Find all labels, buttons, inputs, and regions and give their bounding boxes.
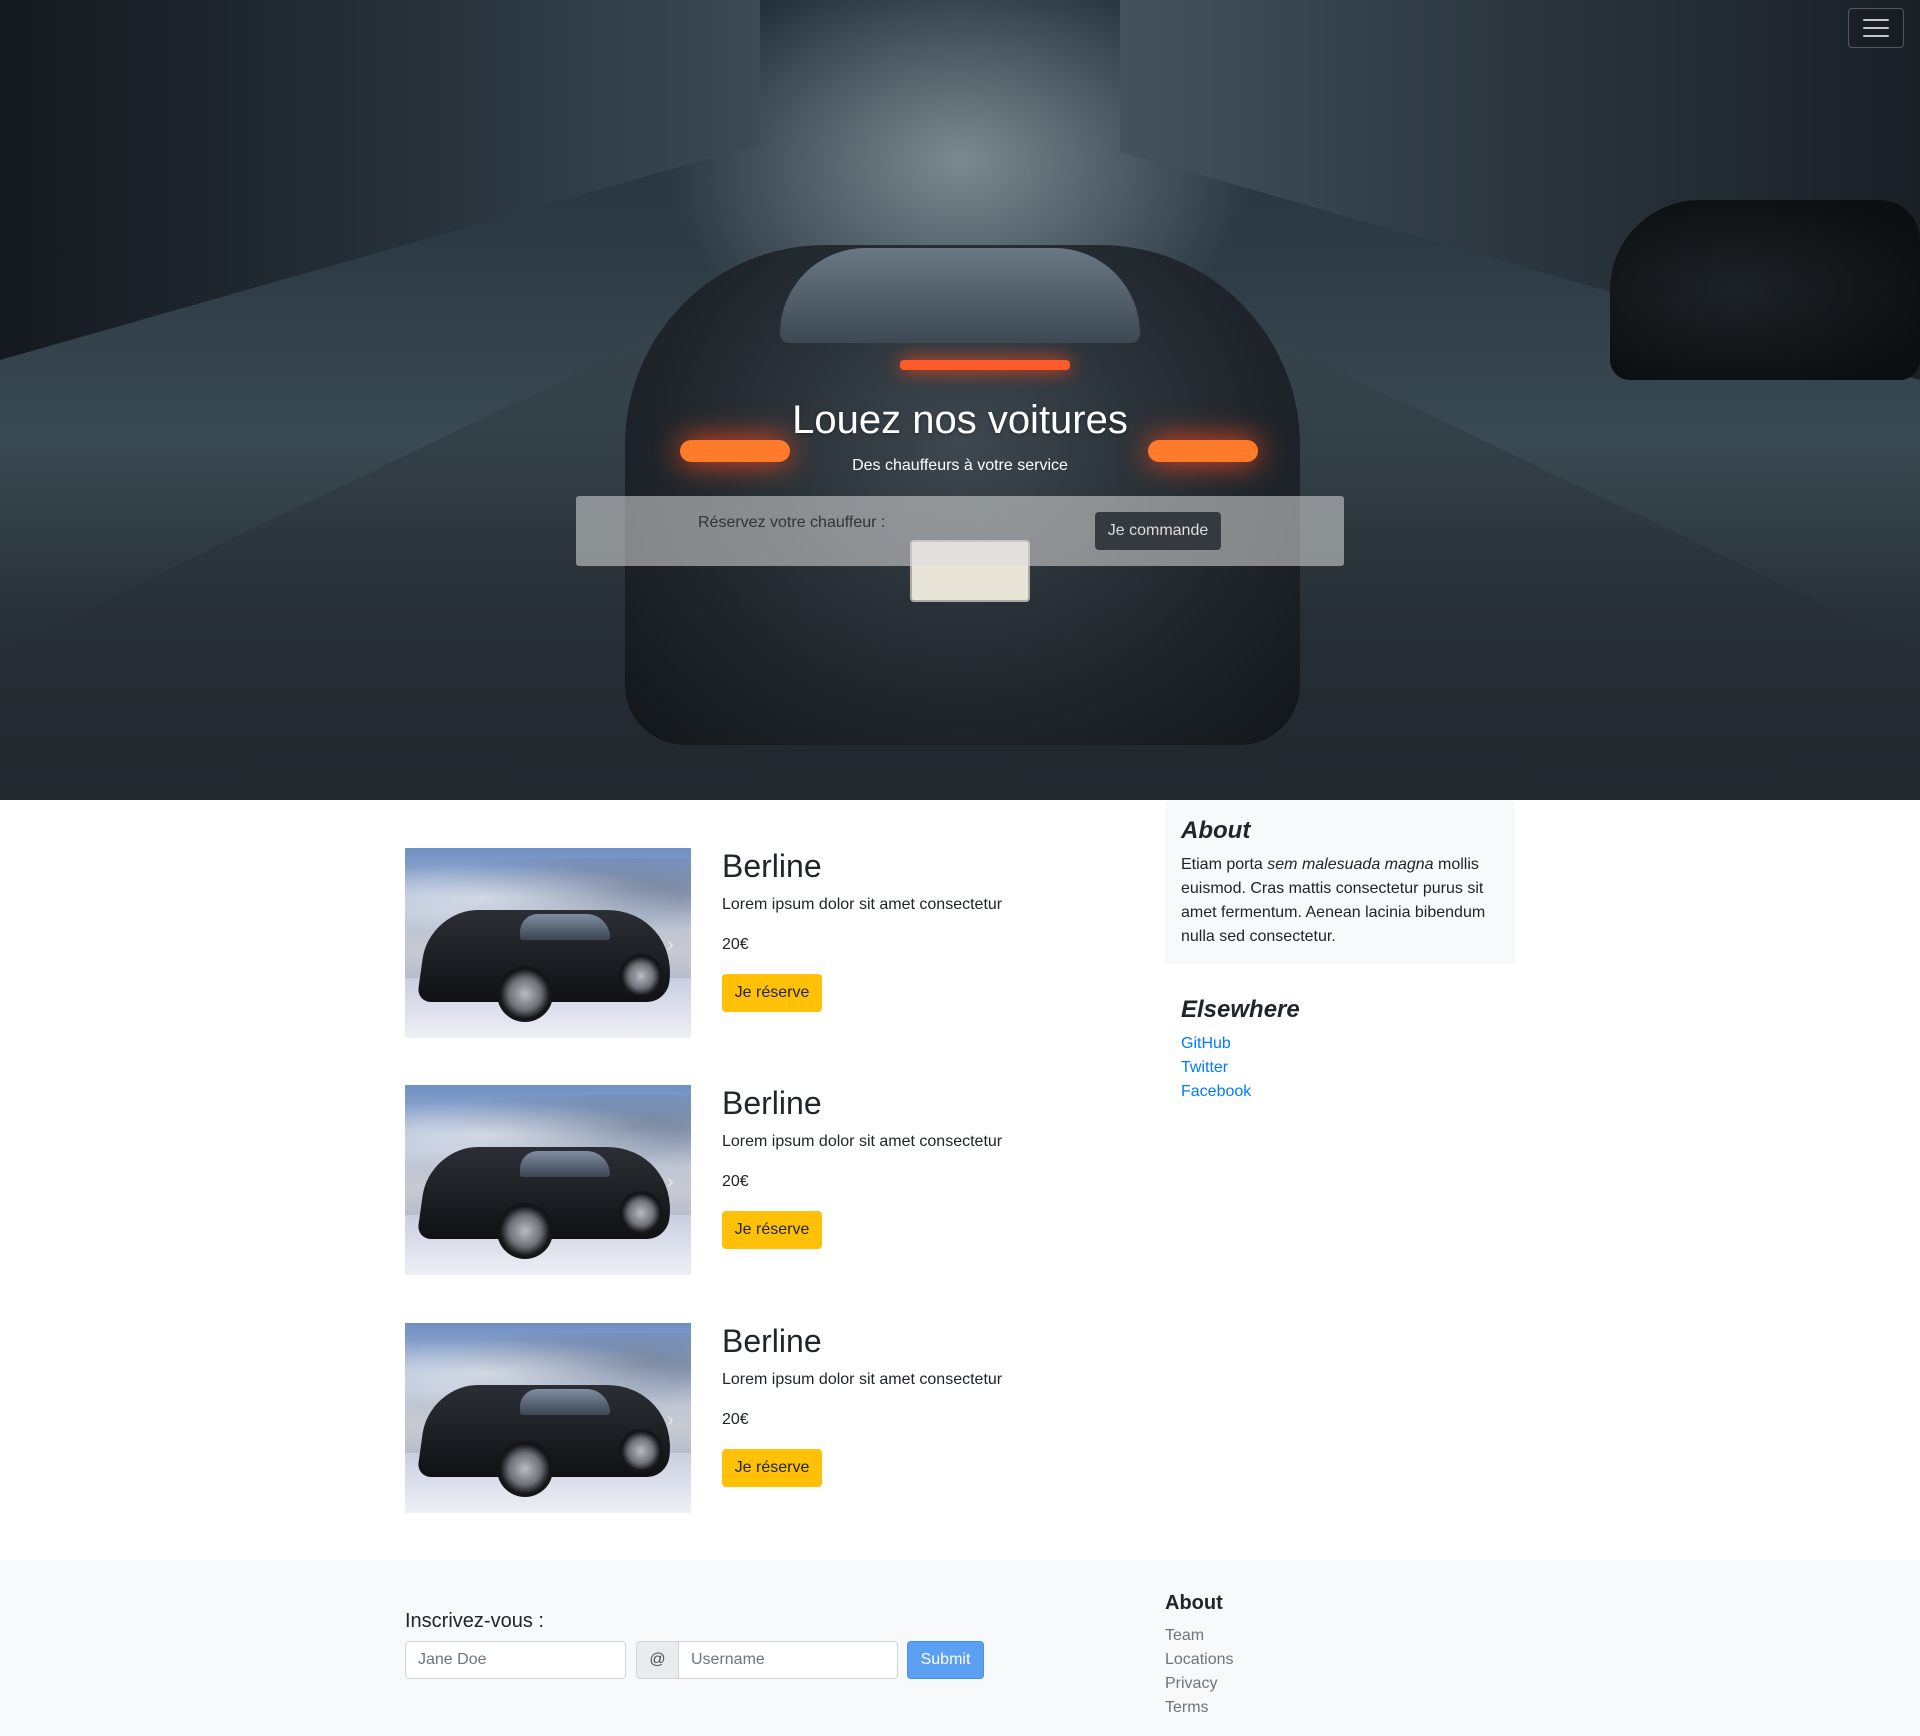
reserve-button[interactable]: Je réserve	[722, 974, 822, 1012]
footer: Inscrivez-vous : @ Submit About Team Loc…	[0, 1560, 1920, 1736]
car-thumbnail[interactable]: ›	[405, 1085, 691, 1275]
hero-title: Louez nos voitures	[792, 398, 1128, 442]
sidebar-about-text: Etiam porta sem malesuada magna mollis e…	[1181, 856, 1486, 945]
order-button[interactable]: Je commande	[1095, 512, 1221, 550]
car-card: › Berline Lorem ipsum dolor sit amet con…	[405, 1085, 1005, 1275]
car-thumbnail[interactable]: ›	[405, 848, 691, 1038]
booking-label: Réservez votre chauffeur :	[698, 514, 886, 531]
footer-link-terms[interactable]: Terms	[1165, 1699, 1209, 1716]
hamburger-icon	[1863, 19, 1889, 37]
reserve-button[interactable]: Je réserve	[722, 1211, 822, 1249]
sidebar-about: About Etiam porta sem malesuada magna mo…	[1165, 801, 1515, 964]
chevron-right-icon: ›	[667, 1409, 674, 1431]
name-input[interactable]	[405, 1641, 626, 1679]
car-title: Berline	[722, 1323, 822, 1359]
navbar-toggle-button[interactable]	[1848, 8, 1904, 48]
signup-label: Inscrivez-vous :	[405, 1610, 544, 1632]
at-addon: @	[636, 1641, 678, 1679]
hero-subtitle: Des chauffeurs à votre service	[852, 457, 1068, 474]
car-card: › Berline Lorem ipsum dolor sit amet con…	[405, 848, 1005, 1038]
hero-background-buildings-left	[0, 0, 760, 360]
reserve-button[interactable]: Je réserve	[722, 1449, 822, 1487]
username-input[interactable]	[678, 1641, 898, 1679]
footer-link-locations[interactable]: Locations	[1165, 1651, 1234, 1668]
sidebar-elsewhere-links: GitHub Twitter Facebook	[1181, 1032, 1251, 1104]
car-title: Berline	[722, 848, 822, 884]
submit-button[interactable]: Submit	[907, 1641, 984, 1679]
car-price: 20€	[722, 1411, 749, 1428]
booking-bar: Réservez votre chauffeur : Je commande	[576, 496, 1344, 566]
car-description: Lorem ipsum dolor sit amet consectetur	[722, 896, 1003, 913]
chevron-right-icon: ›	[667, 934, 674, 956]
footer-link-privacy[interactable]: Privacy	[1165, 1675, 1217, 1692]
car-description: Lorem ipsum dolor sit amet consectetur	[722, 1133, 1003, 1150]
footer-about-title: About	[1165, 1592, 1223, 1614]
car-title: Berline	[722, 1085, 822, 1121]
car-price: 20€	[722, 936, 749, 953]
car-thumbnail[interactable]: ›	[405, 1323, 691, 1513]
sidebar-elsewhere-title: Elsewhere	[1181, 996, 1300, 1023]
chevron-right-icon: ›	[667, 1171, 674, 1193]
sidebar-about-title: About	[1181, 817, 1251, 844]
footer-links: Team Locations Privacy Terms	[1165, 1624, 1234, 1720]
car-price: 20€	[722, 1173, 749, 1190]
hero-car-tail-light-bar	[900, 360, 1070, 370]
car-card: › Berline Lorem ipsum dolor sit amet con…	[405, 1323, 1005, 1513]
hero-background-suv	[1610, 200, 1920, 380]
car-description: Lorem ipsum dolor sit amet consectetur	[722, 1371, 1003, 1388]
footer-link-team[interactable]: Team	[1165, 1627, 1204, 1644]
twitter-link[interactable]: Twitter	[1181, 1059, 1228, 1076]
hero-banner: Louez nos voitures Des chauffeurs à votr…	[0, 0, 1920, 800]
facebook-link[interactable]: Facebook	[1181, 1083, 1251, 1100]
hero-car-window	[780, 248, 1140, 343]
github-link[interactable]: GitHub	[1181, 1035, 1231, 1052]
